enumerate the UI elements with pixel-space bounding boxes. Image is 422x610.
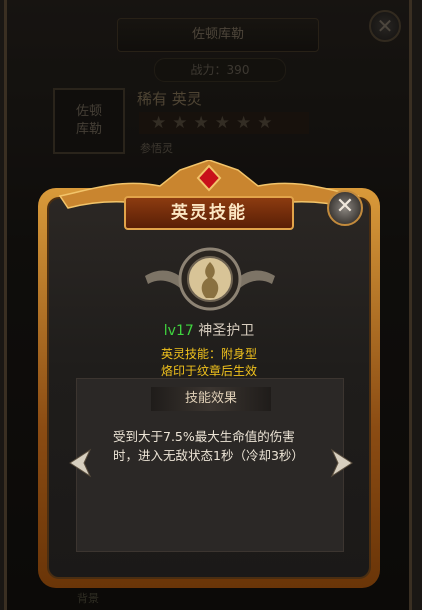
arrow-right-icon[interactable] <box>324 446 358 480</box>
close-icon[interactable]: ✕ <box>327 190 363 226</box>
skill-type: 英灵技能：附身型 <box>160 347 257 361</box>
skill-level: lv17 <box>163 323 194 339</box>
skill-name: 神圣护卫 <box>198 323 255 339</box>
effect-title: 技能效果 <box>151 387 271 411</box>
effect-text: 受到大于7.5%最大生命值的伤害时，进入无敌状态1秒（冷却3秒） <box>113 429 304 463</box>
skill-popup: 英灵技能 ✕ lv17 神圣护卫 英灵技能：附身型 烙印于纹章后生效 技能效果 … <box>30 160 388 594</box>
skill-name-line: lv17 神圣护卫 <box>30 320 388 340</box>
winged-spirit-icon <box>145 247 275 311</box>
effect-box: 技能效果 受到大于7.5%最大生命值的伤害时，进入无敌状态1秒（冷却3秒） <box>76 378 344 552</box>
skill-condition: 烙印于纹章后生效 <box>160 364 257 378</box>
popup-title: 英灵技能 <box>124 196 294 230</box>
arrow-left-icon[interactable] <box>64 446 98 480</box>
